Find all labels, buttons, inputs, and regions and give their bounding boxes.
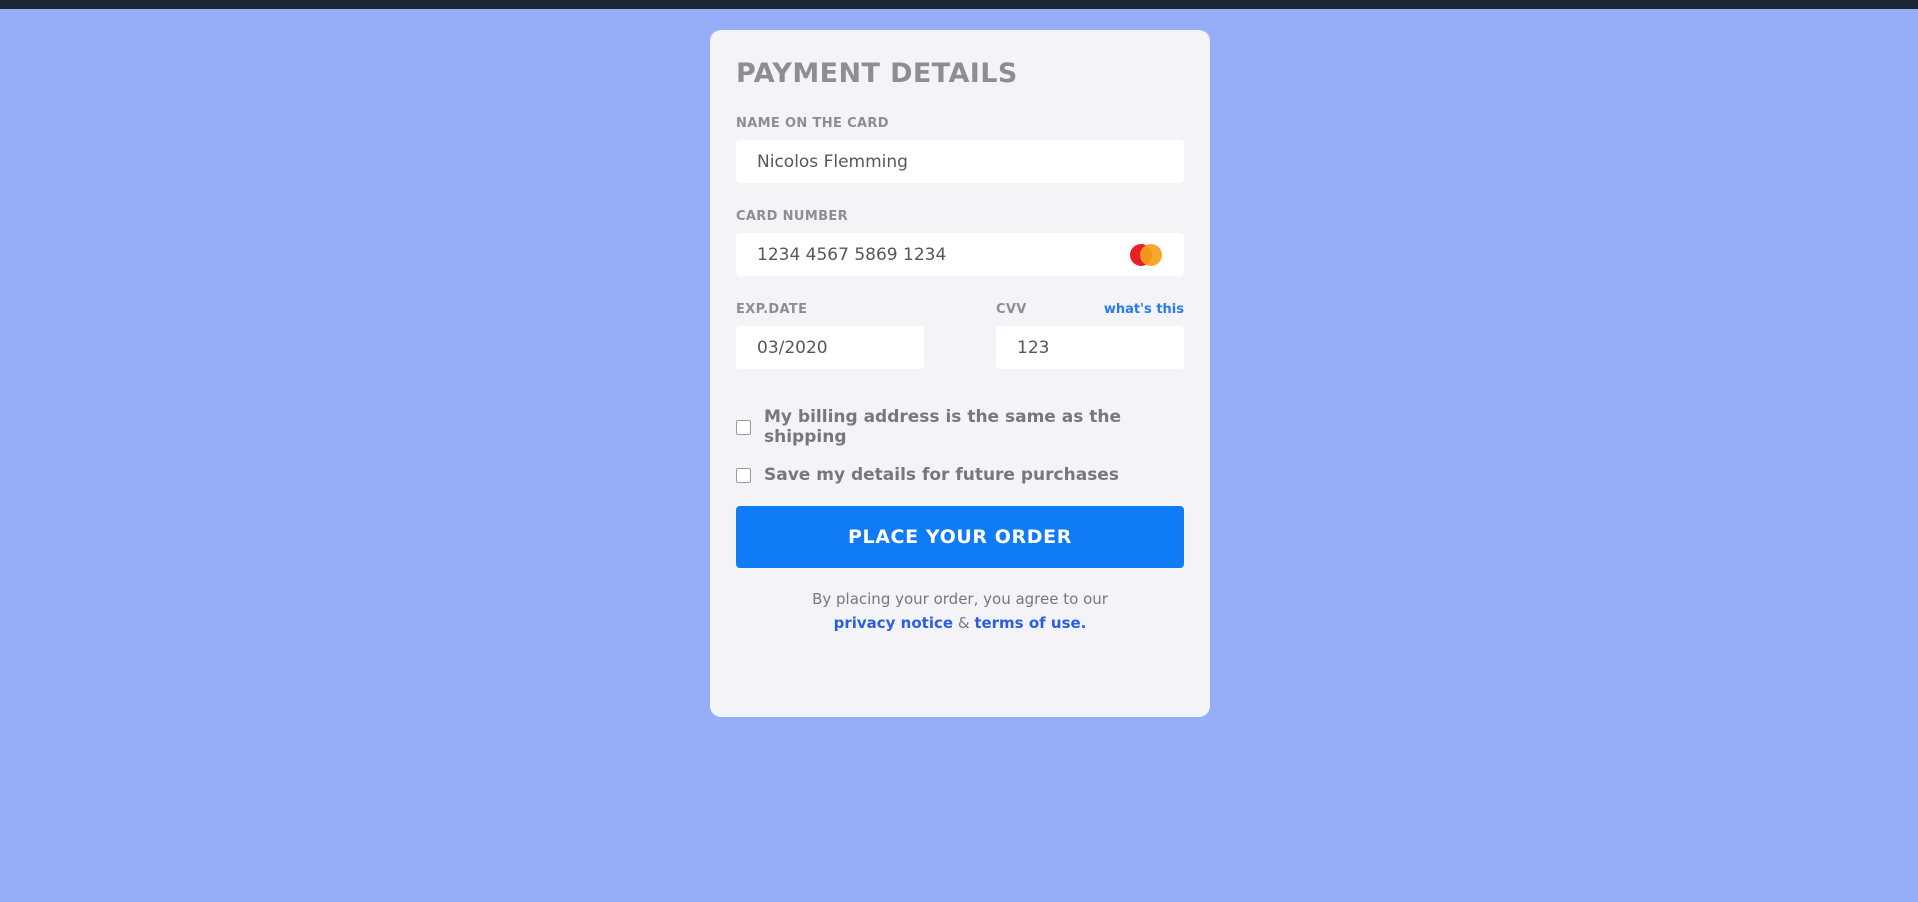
name-on-card-input[interactable] xyxy=(736,140,1184,184)
legal-separator: & xyxy=(957,613,970,632)
place-your-order-button[interactable]: PLACE YOUR ORDER xyxy=(736,506,1184,569)
payment-details-card: PAYMENT DETAILS NAME ON THE CARD CARD NU… xyxy=(710,30,1210,717)
cvv-label: CVV xyxy=(996,302,1027,318)
billing-same-as-shipping-row[interactable]: My billing address is the same as the sh… xyxy=(736,407,1184,447)
page-background: PAYMENT DETAILS NAME ON THE CARD CARD NU… xyxy=(0,9,1918,902)
exp-date-label: EXP.DATE xyxy=(736,302,808,318)
card-number-input-wrap xyxy=(736,233,1184,277)
terms-of-use-link[interactable]: terms of use xyxy=(974,614,1080,632)
exp-date-input[interactable] xyxy=(736,326,924,370)
name-field-group: NAME ON THE CARD xyxy=(736,116,1184,184)
options-group: My billing address is the same as the sh… xyxy=(736,407,1184,485)
exp-cvv-row: EXP.DATE CVV what's this xyxy=(736,302,1184,370)
legal-line-1: By placing your order, you agree to our xyxy=(812,590,1108,609)
cvv-group: CVV what's this xyxy=(996,302,1184,370)
whats-this-link[interactable]: what's this xyxy=(1104,302,1184,317)
save-details-checkbox[interactable] xyxy=(736,467,751,483)
legal-text: By placing your order, you agree to our … xyxy=(736,588,1184,635)
save-details-label: Save my details for future purchases xyxy=(764,465,1119,486)
name-field-label: NAME ON THE CARD xyxy=(736,116,889,132)
card-number-field-group: CARD NUMBER xyxy=(736,209,1184,277)
exp-date-group: EXP.DATE xyxy=(736,302,924,370)
legal-period: . xyxy=(1080,613,1087,632)
cvv-input[interactable] xyxy=(996,326,1184,370)
page-title: PAYMENT DETAILS xyxy=(736,58,1018,89)
cvv-header: CVV what's this xyxy=(996,302,1184,317)
card-number-label: CARD NUMBER xyxy=(736,209,848,225)
privacy-notice-link[interactable]: privacy notice xyxy=(834,614,953,632)
card-number-input[interactable] xyxy=(736,233,1184,277)
billing-same-as-shipping-label: My billing address is the same as the sh… xyxy=(764,407,1122,448)
billing-same-as-shipping-checkbox[interactable] xyxy=(736,419,751,435)
top-strip xyxy=(0,0,1918,9)
save-details-row[interactable]: Save my details for future purchases xyxy=(736,465,1184,485)
